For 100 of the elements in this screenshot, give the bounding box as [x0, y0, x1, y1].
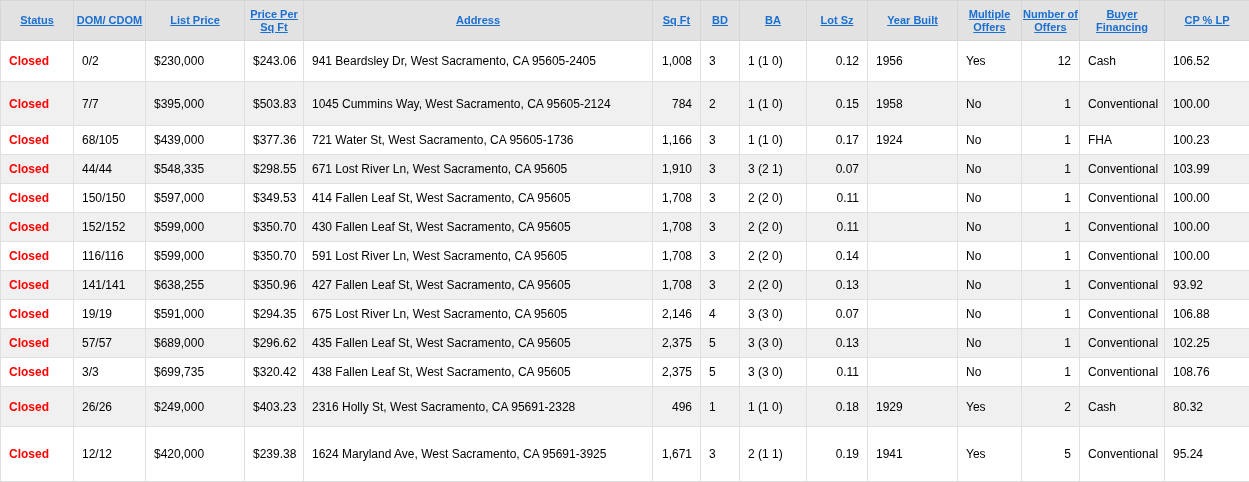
table-cell: 591 Lost River Ln, West Sacramento, CA 95605: [303, 241, 653, 271]
sort-link[interactable]: Multiple Offers: [959, 7, 1020, 34]
table-cell: $638,255: [145, 270, 245, 300]
table-cell: Conventional: [1079, 154, 1165, 184]
table-cell: 430 Fallen Leaf St, West Sacramento, CA 95605: [303, 212, 653, 242]
table-cell: 1: [1021, 241, 1080, 271]
table-cell: FHA: [1079, 125, 1165, 155]
table-cell: 4: [700, 299, 740, 329]
table-cell: $503.83: [244, 81, 304, 126]
table-cell: 3: [700, 212, 740, 242]
table-cell: $320.42: [244, 357, 304, 387]
table-cell: 671 Lost River Ln, West Sacramento, CA 95605: [303, 154, 653, 184]
table-cell: 2316 Holly St, West Sacramento, CA 95691-2328: [303, 386, 653, 427]
table-cell: $243.06: [244, 40, 304, 82]
sort-link[interactable]: Number of Offers: [1023, 7, 1078, 34]
table-cell: 2,375: [652, 357, 701, 387]
table-cell: Conventional: [1079, 270, 1165, 300]
table-cell: 784: [652, 81, 701, 126]
table-cell: 0.17: [806, 125, 868, 155]
table-cell: Conventional: [1079, 183, 1165, 213]
status-cell: Closed: [0, 40, 74, 82]
table-cell: Yes: [957, 40, 1022, 82]
table-cell: No: [957, 81, 1022, 126]
table-cell: 116/116: [73, 241, 146, 271]
table-cell: 438 Fallen Leaf St, West Sacramento, CA 95605: [303, 357, 653, 387]
table-cell: $239.38: [244, 426, 304, 482]
table-cell: 1: [1021, 270, 1080, 300]
table-cell: 1: [1021, 81, 1080, 126]
table-cell: 1 (1 0): [739, 81, 807, 126]
table-cell: Yes: [957, 386, 1022, 427]
table-cell: 0.18: [806, 386, 868, 427]
table-cell: No: [957, 183, 1022, 213]
sort-link[interactable]: Lot Sz: [820, 14, 854, 27]
table-cell: No: [957, 299, 1022, 329]
table-cell: 3: [700, 125, 740, 155]
table-cell: 2 (1 1): [739, 426, 807, 482]
status-cell: Closed: [0, 426, 74, 482]
table-cell: 3/3: [73, 357, 146, 387]
table-cell: 721 Water St, West Sacramento, CA 95605-1736: [303, 125, 653, 155]
status-cell: Closed: [0, 154, 74, 184]
status-cell: Closed: [0, 183, 74, 213]
table-cell: $699,735: [145, 357, 245, 387]
sort-link[interactable]: BA: [765, 14, 781, 27]
table-cell: Conventional: [1079, 212, 1165, 242]
table-cell: 26/26: [73, 386, 146, 427]
table-cell: 3 (3 0): [739, 328, 807, 358]
sort-link[interactable]: Buyer Financing: [1081, 7, 1163, 34]
table-cell: 496: [652, 386, 701, 427]
table-cell: No: [957, 241, 1022, 271]
table-cell: 1924: [867, 125, 958, 155]
table-cell: No: [957, 270, 1022, 300]
table-cell: 1958: [867, 81, 958, 126]
sort-link[interactable]: CP % LP: [1184, 14, 1230, 27]
table-cell: 2: [1021, 386, 1080, 427]
table-cell: $395,000: [145, 81, 245, 126]
table-cell: $377.36: [244, 125, 304, 155]
table-cell: $548,335: [145, 154, 245, 184]
sort-link[interactable]: Price Per Sq Ft: [246, 7, 302, 34]
table-cell: 1,671: [652, 426, 701, 482]
table-cell: 12/12: [73, 426, 146, 482]
table-cell: 941 Beardsley Dr, West Sacramento, CA 95605-2405: [303, 40, 653, 82]
table-cell: 0.07: [806, 299, 868, 329]
table-cell: 2 (2 0): [739, 270, 807, 300]
table-cell: 1: [1021, 328, 1080, 358]
table-cell: 427 Fallen Leaf St, West Sacramento, CA 95605: [303, 270, 653, 300]
sort-link[interactable]: Status: [20, 14, 54, 27]
status-cell: Closed: [0, 81, 74, 126]
table-cell: 2 (2 0): [739, 183, 807, 213]
status-cell: Closed: [0, 328, 74, 358]
sort-link[interactable]: BD: [712, 14, 728, 27]
table-cell: 1 (1 0): [739, 125, 807, 155]
table-cell: 57/57: [73, 328, 146, 358]
sort-link[interactable]: Address: [456, 14, 500, 27]
table-cell: 5: [700, 357, 740, 387]
sort-link[interactable]: DOM/ CDOM: [76, 14, 143, 27]
table-cell: $597,000: [145, 183, 245, 213]
table-cell: 435 Fallen Leaf St, West Sacramento, CA 95605: [303, 328, 653, 358]
table-cell: 0/2: [73, 40, 146, 82]
table-cell: $350.96: [244, 270, 304, 300]
table-cell: 1,708: [652, 270, 701, 300]
table-cell: $599,000: [145, 241, 245, 271]
table-cell: 1,708: [652, 183, 701, 213]
table-cell: 1,166: [652, 125, 701, 155]
table-cell: No: [957, 125, 1022, 155]
table-cell: 0.11: [806, 212, 868, 242]
sort-link[interactable]: List Price: [170, 14, 220, 27]
table-cell: $350.70: [244, 241, 304, 271]
table-cell: 1624 Maryland Ave, West Sacramento, CA 95691-3925: [303, 426, 653, 482]
table-cell: 0.14: [806, 241, 868, 271]
table-cell: Conventional: [1079, 81, 1165, 126]
table-cell: 7/7: [73, 81, 146, 126]
table-cell: 1: [1021, 154, 1080, 184]
table-cell: 1: [700, 386, 740, 427]
table-cell: No: [957, 357, 1022, 387]
sort-link[interactable]: Year Built: [887, 14, 938, 27]
table-cell: 2 (2 0): [739, 212, 807, 242]
sort-link[interactable]: Sq Ft: [662, 14, 691, 27]
table-cell: Yes: [957, 426, 1022, 482]
table-cell: 3: [700, 241, 740, 271]
status-cell: Closed: [0, 125, 74, 155]
